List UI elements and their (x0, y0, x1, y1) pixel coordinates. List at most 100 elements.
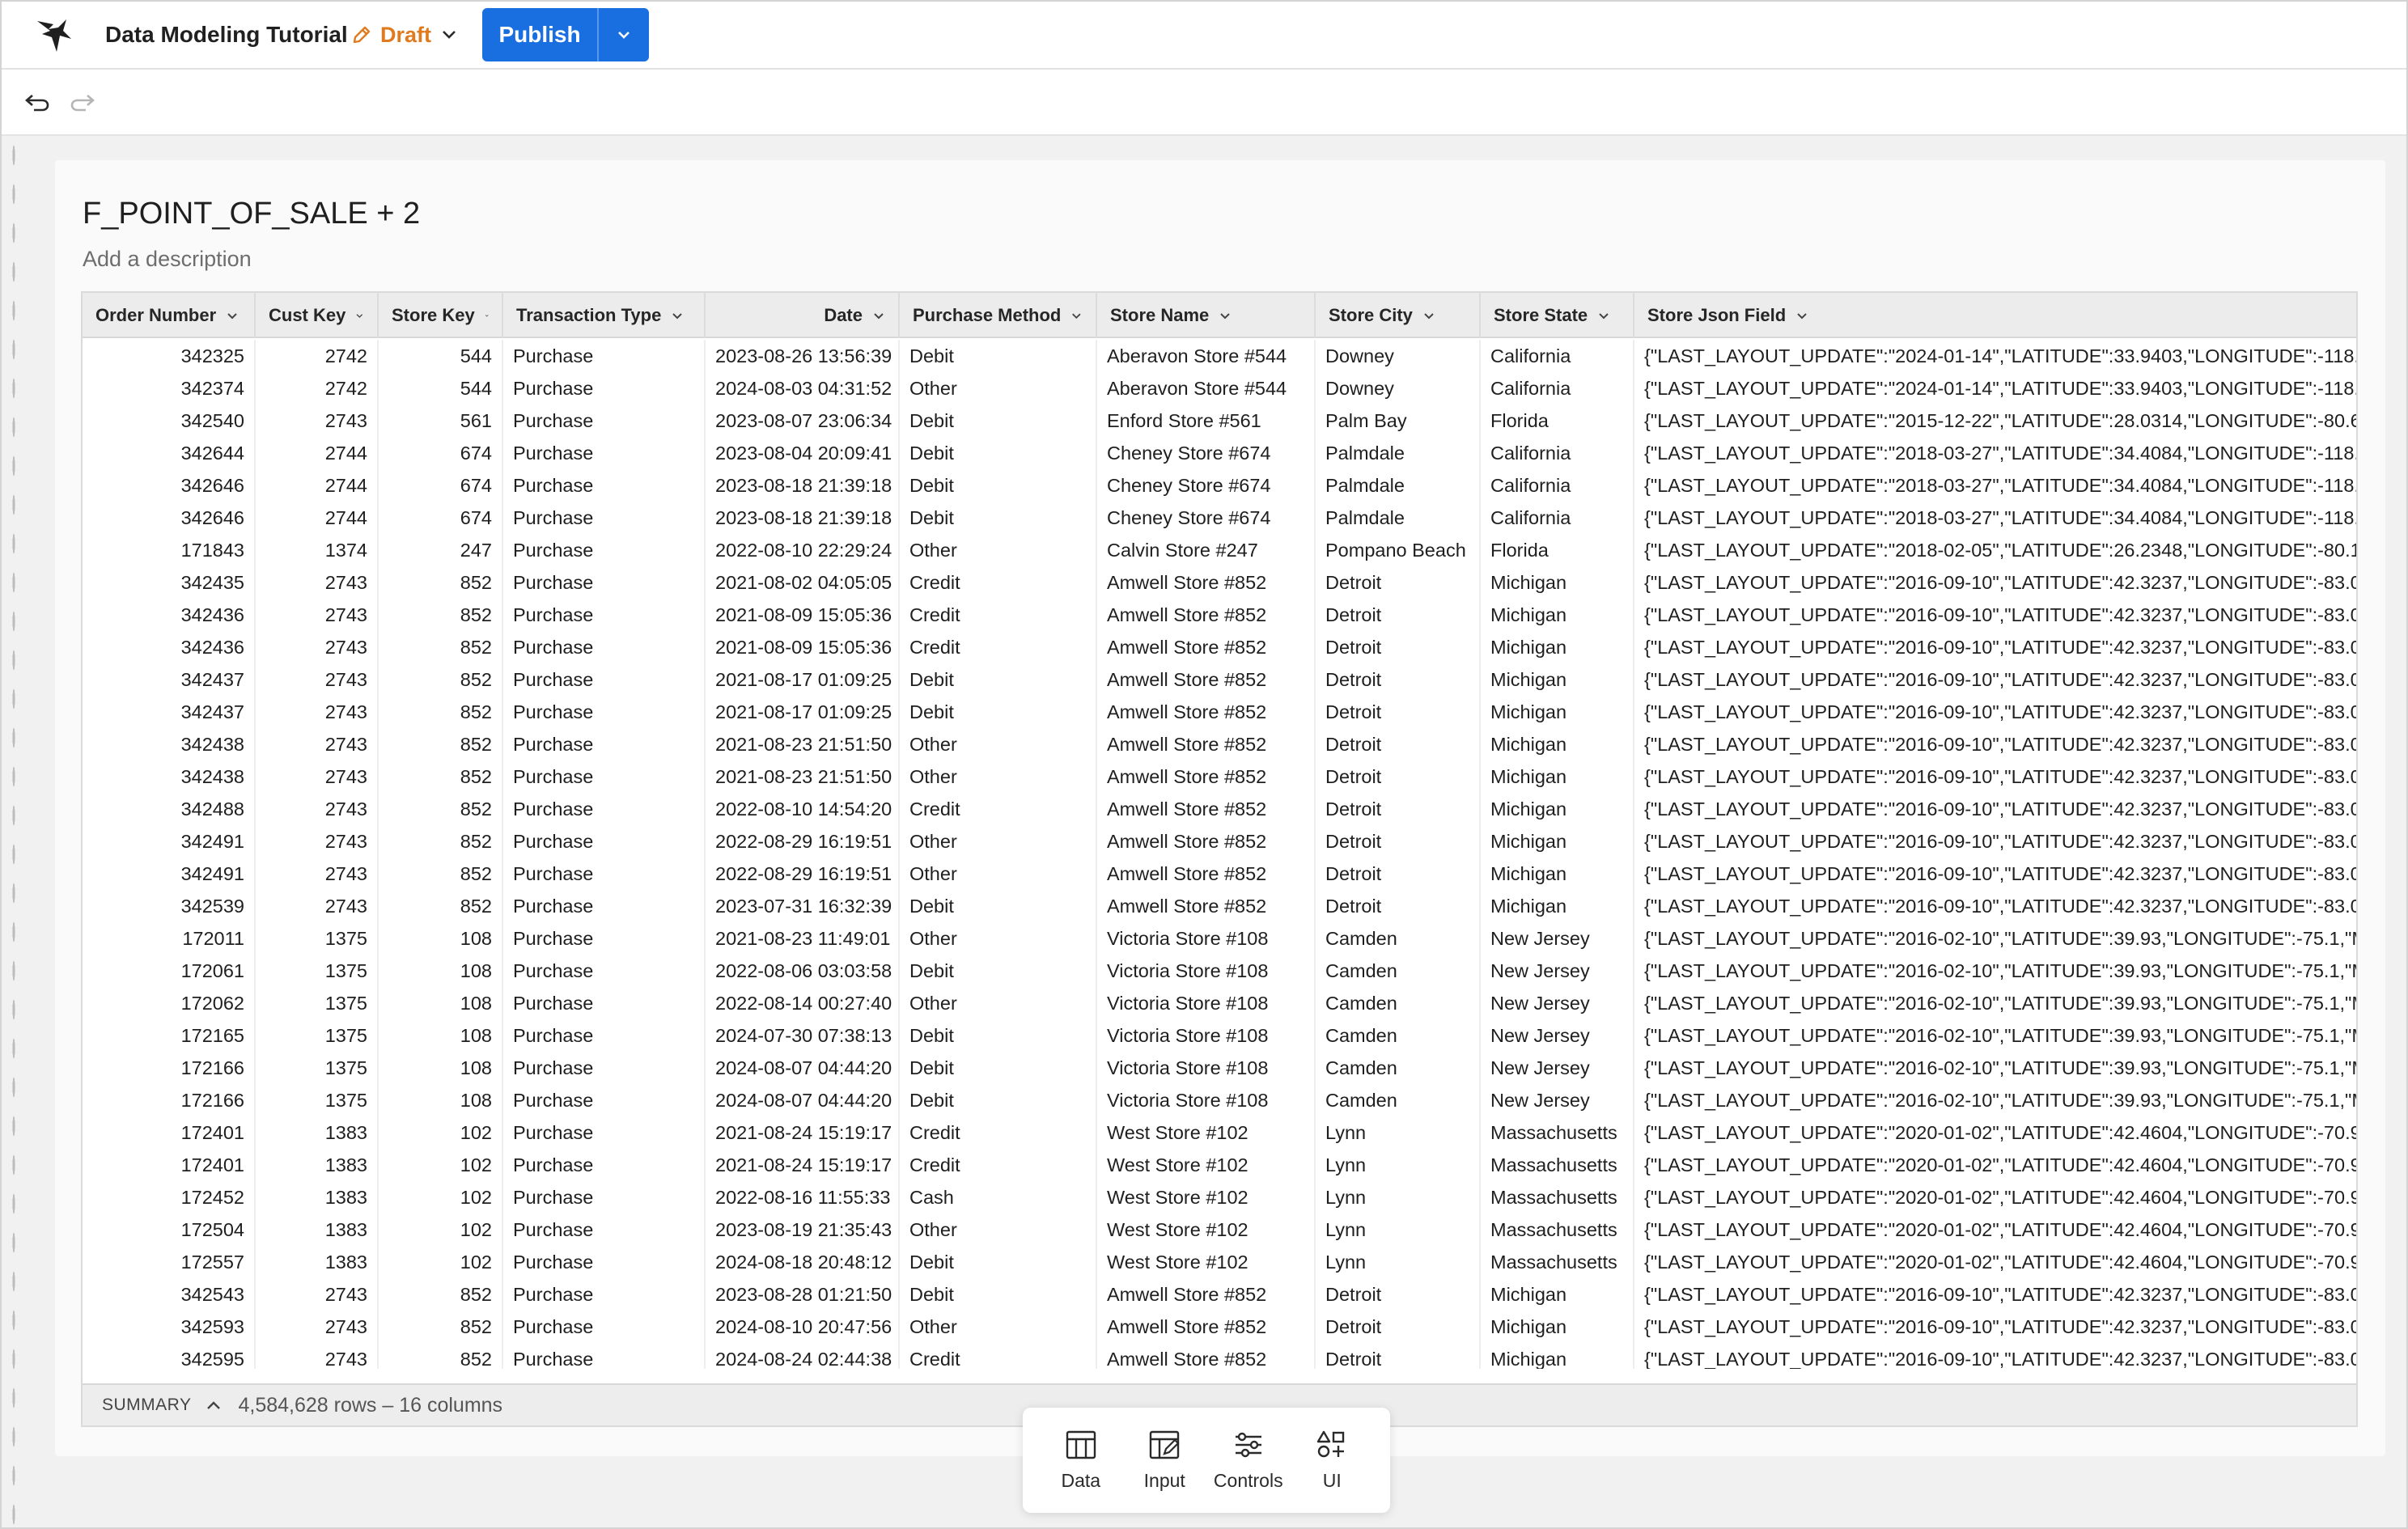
table-cell[interactable]: Amwell Store #852 (1097, 825, 1316, 858)
table-cell[interactable]: 342593 (83, 1311, 256, 1343)
table-cell[interactable]: 2743 (256, 404, 379, 437)
table-cell[interactable]: 674 (379, 437, 503, 469)
table-cell[interactable]: {"LAST_LAYOUT_UPDATE":"2018-02-05","LATI… (1634, 534, 2356, 566)
table-cell[interactable]: Debit (900, 437, 1097, 469)
table-cell[interactable]: 2021-08-23 11:49:01 (706, 922, 900, 955)
table-row[interactable]: 172401 1383 102 Purchase 2021-08-24 15:19:17… (83, 1116, 2356, 1149)
chevron-down-icon[interactable] (671, 309, 684, 322)
table-cell[interactable]: Credit (900, 631, 1097, 663)
table-row[interactable]: 172165 1375 108 Purchase 2024-07-30 07:38:13… (83, 1019, 2356, 1052)
table-cell[interactable]: Debit (900, 1084, 1097, 1116)
table-cell[interactable]: 2021-08-09 15:05:36 (706, 631, 900, 663)
table-cell[interactable]: Amwell Store #852 (1097, 566, 1316, 599)
table-cell[interactable]: 674 (379, 469, 503, 502)
table-cell[interactable]: 1383 (256, 1246, 379, 1278)
table-cell[interactable]: Michigan (1481, 1311, 1634, 1343)
table-row[interactable]: 342436 2743 852 Purchase 2021-08-09 15:05:36… (83, 599, 2356, 631)
table-cell[interactable]: Detroit (1316, 631, 1481, 663)
table-cell[interactable]: Purchase (503, 631, 706, 663)
table-cell[interactable]: {"LAST_LAYOUT_UPDATE":"2016-09-10","LATI… (1634, 599, 2356, 631)
table-cell[interactable]: Purchase (503, 404, 706, 437)
table-cell[interactable]: Michigan (1481, 825, 1634, 858)
table-cell[interactable]: Purchase (503, 1116, 706, 1149)
dock-item-input[interactable]: Input (1124, 1429, 1205, 1492)
table-cell[interactable]: Palm Bay (1316, 404, 1481, 437)
table-cell[interactable]: {"LAST_LAYOUT_UPDATE":"2016-09-10","LATI… (1634, 566, 2356, 599)
table-cell[interactable]: Debit (900, 955, 1097, 987)
table-cell[interactable]: Camden (1316, 1052, 1481, 1084)
table-cell[interactable]: Detroit (1316, 1343, 1481, 1369)
dock-item-data[interactable]: Data (1041, 1429, 1121, 1492)
table-cell[interactable]: 561 (379, 404, 503, 437)
table-cell[interactable]: 2022-08-16 11:55:33 (706, 1181, 900, 1213)
table-cell[interactable]: Palmdale (1316, 502, 1481, 534)
table-cell[interactable]: New Jersey (1481, 1019, 1634, 1052)
table-cell[interactable]: {"LAST_LAYOUT_UPDATE":"2018-03-27","LATI… (1634, 437, 2356, 469)
table-cell[interactable]: Lynn (1316, 1213, 1481, 1246)
table-cell[interactable]: Detroit (1316, 890, 1481, 922)
table-cell[interactable]: 172062 (83, 987, 256, 1019)
table-cell[interactable]: Debit (900, 1019, 1097, 1052)
table-cell[interactable]: Massachusetts (1481, 1246, 1634, 1278)
table-cell[interactable]: 852 (379, 858, 503, 890)
table-cell[interactable]: 342437 (83, 663, 256, 696)
table-cell[interactable]: Debit (900, 404, 1097, 437)
table-cell[interactable]: 2022-08-10 22:29:24 (706, 534, 900, 566)
table-cell[interactable]: {"LAST_LAYOUT_UPDATE":"2018-03-27","LATI… (1634, 502, 2356, 534)
table-cell[interactable]: Purchase (503, 1246, 706, 1278)
table-cell[interactable]: Amwell Store #852 (1097, 793, 1316, 825)
table-row[interactable]: 342646 2744 674 Purchase 2023-08-18 21:39:18… (83, 502, 2356, 534)
table-cell[interactable]: 1375 (256, 987, 379, 1019)
table-cell[interactable]: Purchase (503, 1019, 706, 1052)
table-cell[interactable]: Lynn (1316, 1246, 1481, 1278)
table-cell[interactable]: 108 (379, 987, 503, 1019)
table-cell[interactable]: 852 (379, 631, 503, 663)
table-cell[interactable]: {"LAST_LAYOUT_UPDATE":"2020-01-02","LATI… (1634, 1149, 2356, 1181)
table-cell[interactable]: 852 (379, 1343, 503, 1369)
table-cell[interactable]: Lynn (1316, 1149, 1481, 1181)
table-cell[interactable]: 2743 (256, 631, 379, 663)
table-cell[interactable]: 2024-08-10 20:47:56 (706, 1311, 900, 1343)
table-cell[interactable]: Purchase (503, 1343, 706, 1369)
table-cell[interactable]: 1375 (256, 1084, 379, 1116)
table-cell[interactable]: Detroit (1316, 1278, 1481, 1311)
table-cell[interactable]: West Store #102 (1097, 1213, 1316, 1246)
table-cell[interactable]: Camden (1316, 1019, 1481, 1052)
table-cell[interactable]: 2743 (256, 663, 379, 696)
table-cell[interactable]: {"LAST_LAYOUT_UPDATE":"2016-09-10","LATI… (1634, 890, 2356, 922)
table-title[interactable]: F_POINT_OF_SALE + 2 (83, 194, 420, 233)
table-cell[interactable]: Detroit (1316, 793, 1481, 825)
table-cell[interactable]: Detroit (1316, 858, 1481, 890)
table-cell[interactable]: Amwell Store #852 (1097, 599, 1316, 631)
table-cell[interactable]: New Jersey (1481, 987, 1634, 1019)
table-cell[interactable]: 2021-08-17 01:09:25 (706, 663, 900, 696)
table-row[interactable]: 342435 2743 852 Purchase 2021-08-02 04:05:05… (83, 566, 2356, 599)
table-cell[interactable]: Massachusetts (1481, 1213, 1634, 1246)
table-row[interactable]: 172061 1375 108 Purchase 2022-08-06 03:03:58… (83, 955, 2356, 987)
table-cell[interactable]: 172557 (83, 1246, 256, 1278)
table-cell[interactable]: Purchase (503, 566, 706, 599)
table-cell[interactable]: 2743 (256, 599, 379, 631)
table-cell[interactable]: Amwell Store #852 (1097, 760, 1316, 793)
table-cell[interactable]: 2022-08-29 16:19:51 (706, 858, 900, 890)
table-cell[interactable]: Palmdale (1316, 437, 1481, 469)
column-header[interactable]: Transaction Type (503, 293, 706, 338)
table-cell[interactable]: 2021-08-17 01:09:25 (706, 696, 900, 728)
chevron-down-icon[interactable] (872, 309, 885, 322)
table-cell[interactable]: Purchase (503, 599, 706, 631)
table-cell[interactable]: Other (900, 534, 1097, 566)
table-cell[interactable]: 342595 (83, 1343, 256, 1369)
table-row[interactable]: 342437 2743 852 Purchase 2021-08-17 01:09:25… (83, 663, 2356, 696)
table-cell[interactable]: Amwell Store #852 (1097, 890, 1316, 922)
chevron-down-icon[interactable] (355, 309, 364, 322)
table-cell[interactable]: Michigan (1481, 858, 1634, 890)
table-cell[interactable]: Detroit (1316, 825, 1481, 858)
table-cell[interactable]: West Store #102 (1097, 1246, 1316, 1278)
table-cell[interactable]: Michigan (1481, 566, 1634, 599)
table-cell[interactable]: Amwell Store #852 (1097, 631, 1316, 663)
table-cell[interactable]: Amwell Store #852 (1097, 1311, 1316, 1343)
table-cell[interactable]: 342435 (83, 566, 256, 599)
table-cell[interactable]: 247 (379, 534, 503, 566)
description-field[interactable]: Add a description (83, 244, 252, 273)
chevron-down-icon[interactable] (1795, 309, 1808, 322)
